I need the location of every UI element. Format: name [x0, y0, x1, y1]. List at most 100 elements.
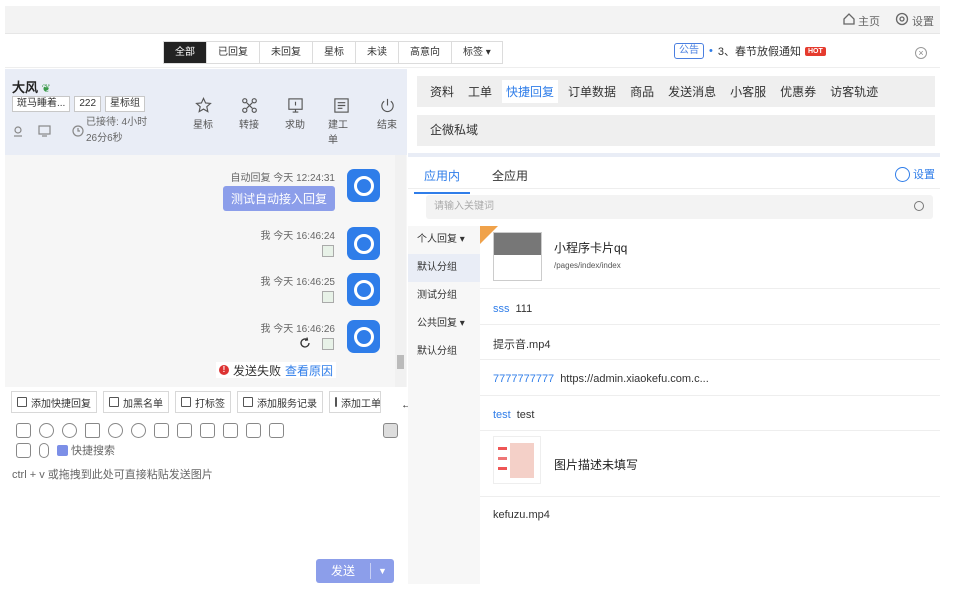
filter-tab-high-intent[interactable]: 高意向: [399, 42, 452, 63]
tab-visitor-track[interactable]: 访客轨迹: [830, 83, 878, 100]
resend-icon[interactable]: [299, 337, 311, 349]
end-button[interactable]: 结束: [374, 97, 400, 146]
package-icon[interactable]: [269, 423, 284, 438]
list-item[interactable]: kefuzu.mp4: [480, 497, 940, 531]
transfer-button[interactable]: 转接: [236, 97, 262, 146]
view-reason-link[interactable]: 查看原因: [285, 362, 333, 379]
transfer-icon: [241, 98, 257, 113]
history-icon[interactable]: [39, 423, 54, 438]
scissors-icon[interactable]: [85, 423, 100, 438]
close-icon[interactable]: ×: [915, 47, 927, 59]
chat-panel: 大风 ❦ 斑马睡着... 222 星标组 已接待: 4小时26分6秒 星标 转接…: [5, 69, 412, 584]
wait-time: 已接待: 4小时26分6秒: [86, 117, 148, 144]
panel-settings-button[interactable]: 设置: [895, 166, 935, 182]
list-item[interactable]: 提示音.mp4: [480, 325, 940, 360]
corner-badge: [480, 226, 498, 244]
leaf-icon: ❦: [41, 83, 51, 95]
tab-send-message[interactable]: 发送消息: [668, 83, 716, 100]
group-public[interactable]: 公共回复 ▾: [408, 310, 480, 338]
tab-mini-service[interactable]: 小客服: [730, 83, 766, 100]
home-icon[interactable]: [842, 12, 856, 26]
emoji-icon[interactable]: [62, 423, 77, 438]
filter-tab-unreplied[interactable]: 未回复: [260, 42, 313, 63]
filter-tab-all[interactable]: 全部: [164, 42, 207, 63]
visitor-name: 大风 ❦: [12, 80, 51, 95]
filter-tab-replied[interactable]: 已回复: [207, 42, 260, 63]
group-personal[interactable]: 个人回复 ▾: [408, 226, 480, 254]
search-placeholder: 请输入关键词: [434, 201, 494, 212]
video-icon[interactable]: [246, 423, 261, 438]
create-ticket-button[interactable]: 建工单: [328, 97, 354, 146]
agent-avatar: [347, 169, 380, 202]
coupon-icon[interactable]: [108, 423, 123, 438]
invite-icon[interactable]: [131, 423, 146, 438]
group-test[interactable]: 测试分组: [408, 282, 480, 310]
notice-tag: 公告: [674, 43, 704, 59]
message-bubble: 测试自动接入回复: [222, 186, 335, 211]
gear-icon[interactable]: [895, 12, 909, 26]
filter-tab-tags[interactable]: 标签 ▾: [452, 42, 502, 63]
list-item[interactable]: 小程序卡片qq /pages/index/index: [480, 226, 940, 289]
group-default[interactable]: 默认分组: [408, 254, 480, 282]
mini-program-thumbnail: [493, 232, 542, 281]
inbox-icon[interactable]: [200, 423, 215, 438]
message-list[interactable]: 自动回复 今天 12:24:31 测试自动接入回复 我 今天 16:46:24 …: [5, 155, 407, 387]
tab-coupons[interactable]: 优惠券: [780, 83, 816, 100]
location-icon[interactable]: [12, 125, 24, 137]
folder-icon[interactable]: [154, 423, 169, 438]
settings-link[interactable]: 设置: [912, 13, 934, 29]
visitor-tag[interactable]: 斑马睡着...: [12, 96, 71, 112]
list-item[interactable]: sss 111: [480, 289, 940, 325]
upload-icon[interactable]: [177, 423, 192, 438]
expand-icon[interactable]: [383, 423, 398, 438]
home-link[interactable]: 主页: [858, 13, 880, 29]
tab-products[interactable]: 商品: [630, 83, 654, 100]
filter-tab-unread[interactable]: 未读: [356, 42, 399, 63]
chevron-down-icon[interactable]: ▼: [371, 566, 394, 576]
list-item[interactable]: test test: [480, 396, 940, 431]
contact-card-icon[interactable]: [16, 442, 31, 458]
tab-all-apps[interactable]: 全应用: [492, 167, 528, 184]
visitor-icons: [12, 125, 51, 137]
tab-quick-reply[interactable]: 快捷回复: [502, 80, 559, 103]
group-public-default[interactable]: 默认分组: [408, 338, 480, 366]
quick-search-checkbox[interactable]: 快捷搜索: [57, 442, 115, 458]
visitor-tag[interactable]: 222: [74, 96, 102, 112]
chat-scrollbar[interactable]: [395, 155, 406, 387]
monitor-icon[interactable]: [38, 125, 51, 137]
app-root: 主页 设置 全部 已回复 未回复 星标 未读 高意向 标签 ▾ 公告 • 3、春…: [0, 0, 954, 600]
image-icon[interactable]: [16, 423, 31, 438]
send-failed-notice: ! 发送失败 查看原因: [216, 362, 337, 379]
visitor-tag[interactable]: 星标组: [105, 96, 146, 112]
filter-tab-starred[interactable]: 星标: [313, 42, 356, 63]
broken-image-icon[interactable]: [322, 338, 334, 350]
list-item[interactable]: 图片描述未填写: [480, 431, 940, 497]
list-item[interactable]: 7777777777 https://admin.xiaokefu.com.c..…: [480, 360, 940, 396]
tab-in-app[interactable]: 应用内: [413, 167, 471, 194]
visitor-tags: 斑马睡着... 222 星标组: [12, 96, 146, 112]
power-icon: [380, 98, 394, 113]
send-label[interactable]: 发送: [316, 563, 371, 579]
quick-reply-search[interactable]: 请输入关键词: [426, 195, 933, 219]
add-service-record-button[interactable]: 添加服务记录: [237, 391, 323, 413]
broken-image-icon[interactable]: [322, 245, 334, 257]
star-button[interactable]: 星标: [190, 97, 216, 146]
tab-ticket[interactable]: 工单: [468, 83, 492, 100]
tab-orders[interactable]: 订单数据: [568, 83, 616, 100]
mic-icon[interactable]: [39, 442, 49, 458]
note-icon[interactable]: [223, 423, 238, 438]
add-ticket-button[interactable]: 添加工单: [329, 391, 381, 413]
agent-avatar: [347, 227, 380, 260]
message-meta: 我 今天 16:46:25: [260, 277, 335, 288]
search-icon[interactable]: [914, 201, 924, 211]
notice[interactable]: 公告 • 3、春节放假通知 HOT: [674, 43, 826, 59]
blacklist-button[interactable]: 加黑名单: [103, 391, 169, 413]
help-button[interactable]: 求助: [282, 97, 308, 146]
send-button[interactable]: 发送 ▼: [316, 559, 394, 583]
tag-button[interactable]: 打标签: [175, 391, 231, 413]
ticket-icon: [333, 98, 349, 113]
tab-profile[interactable]: 资料: [430, 83, 454, 100]
add-quick-reply-button[interactable]: 添加快捷回复: [11, 391, 97, 413]
tab-wecom-private[interactable]: 企微私域: [417, 115, 935, 146]
broken-image-icon[interactable]: [322, 291, 334, 303]
